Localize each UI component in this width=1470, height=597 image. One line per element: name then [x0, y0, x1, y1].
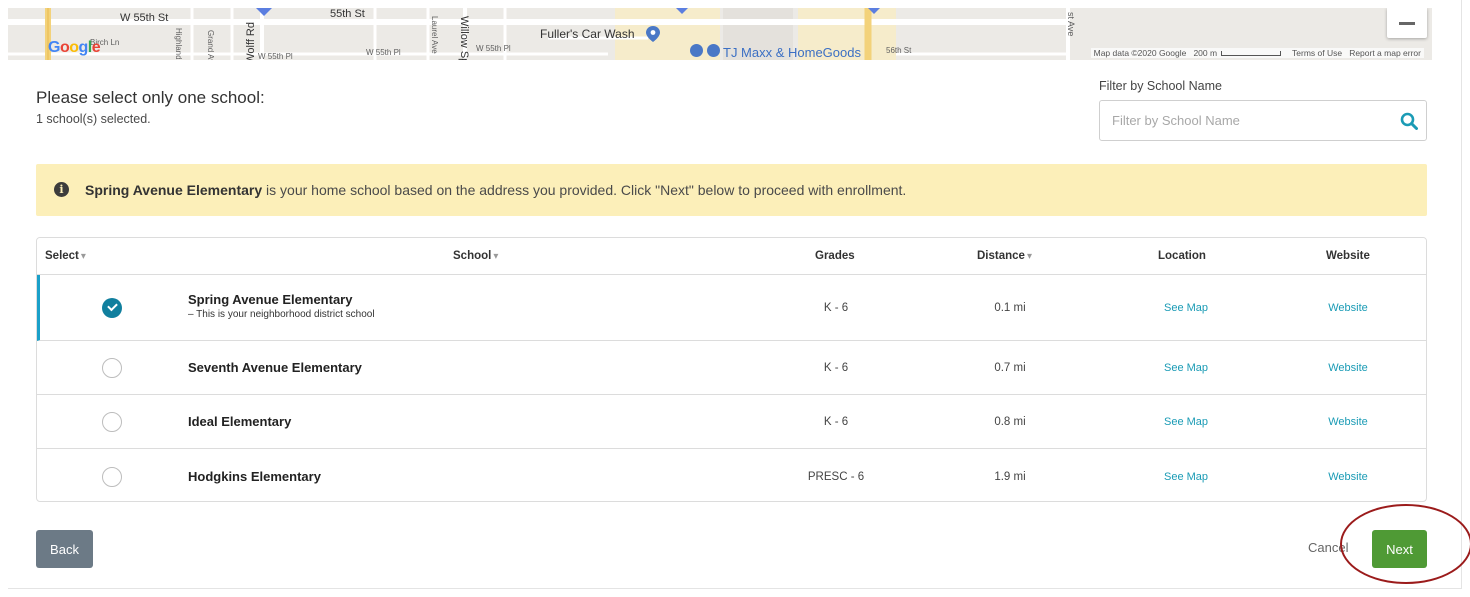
filter-label: Filter by School Name [1099, 79, 1222, 93]
street-label: Grand Ave [206, 30, 215, 60]
grades-cell: K - 6 [823, 416, 849, 428]
page-frame: W 55th St 55th St Birch Ln Highland Dr G… [8, 0, 1470, 589]
street-label: W 55th Pl [476, 44, 511, 53]
page-title: Please select only one school: [36, 88, 265, 107]
report-map-error-link[interactable]: Report a map error [1349, 48, 1421, 58]
map-footer: Map data ©2020 Google 200 m Terms of Use… [1090, 48, 1424, 58]
map-scale-bar [1221, 51, 1282, 57]
select-radio[interactable] [102, 358, 122, 378]
table-row[interactable]: Seventh Avenue Elementary K - 6 0.7 mi S… [37, 341, 1426, 395]
alert-school-name: Spring Avenue Elementary [85, 182, 263, 198]
website-link[interactable]: Website [1313, 471, 1383, 483]
shopping-bag-icon[interactable] [707, 44, 720, 57]
place-label[interactable]: Fuller's Car Wash [540, 27, 635, 41]
alert-text: is your home school based on the address… [262, 182, 907, 198]
map-data-credit: Map data ©2020 Google [1093, 48, 1187, 58]
school-table: Select School Grades Distance Location W… [36, 237, 1427, 502]
column-header-select[interactable]: Select [45, 250, 86, 262]
zoom-out-button[interactable] [1387, 8, 1427, 38]
alert-message: Spring Avenue Elementary is your home sc… [85, 182, 906, 198]
school-name: Ideal Elementary [188, 414, 292, 429]
street-label: W 55th Pl [258, 52, 293, 60]
distance-cell: 1.9 mi [994, 471, 1026, 483]
map-view[interactable]: W 55th St 55th St Birch Ln Highland Dr G… [8, 8, 1432, 60]
street-label: Highland Dr [174, 28, 183, 60]
column-header-website: Website [1326, 250, 1370, 262]
grades-cell: K - 6 [823, 302, 849, 314]
cancel-button[interactable]: Cancel [1308, 540, 1348, 555]
column-header-distance[interactable]: Distance [977, 250, 1032, 262]
back-button[interactable]: Back [36, 530, 93, 568]
street-label: Laurel Ave [430, 16, 439, 54]
select-radio[interactable] [102, 412, 122, 432]
street-label: Willow Sp [458, 16, 470, 60]
info-icon: i [54, 182, 69, 197]
selected-count: 1 school(s) selected. [36, 112, 151, 126]
school-name: Hodgkins Elementary [188, 469, 321, 484]
home-school-alert: i Spring Avenue Elementary is your home … [36, 164, 1427, 216]
see-map-link[interactable]: See Map [1151, 302, 1221, 314]
table-row[interactable]: Spring Avenue Elementary – This is your … [37, 275, 1426, 341]
filter-school-input[interactable] [1100, 101, 1390, 140]
select-radio[interactable] [102, 298, 122, 318]
street-label: 55th St [330, 8, 365, 20]
street-label: W 55th St [120, 12, 169, 24]
school-note: – This is your neighborhood district sch… [188, 309, 375, 320]
terms-link[interactable]: Terms of Use [1292, 48, 1342, 58]
website-link[interactable]: Website [1313, 416, 1383, 428]
school-name: Spring Avenue Elementary [188, 292, 353, 307]
search-icon[interactable] [1400, 112, 1418, 130]
grades-cell: K - 6 [823, 362, 849, 374]
website-link[interactable]: Website [1313, 302, 1383, 314]
table-header: Select School Grades Distance Location W… [37, 238, 1426, 275]
filter-box [1099, 100, 1427, 141]
street-label: Wolff Rd [245, 22, 257, 60]
column-header-school[interactable]: School [453, 250, 498, 262]
grades-cell: PRESC - 6 [807, 471, 865, 483]
column-header-grades: Grades [815, 250, 855, 262]
map-scale-label: 200 m [1193, 48, 1218, 58]
street-label: st Ave [1066, 12, 1076, 37]
school-name: Seventh Avenue Elementary [188, 360, 362, 375]
google-logo: Google [48, 39, 101, 56]
see-map-link[interactable]: See Map [1151, 362, 1221, 374]
map-pin-icon[interactable] [646, 26, 660, 42]
distance-cell: 0.1 mi [994, 302, 1026, 314]
street-label: 56th St [886, 46, 912, 55]
next-button[interactable]: Next [1372, 530, 1427, 568]
street-label: W 55th Pl [366, 48, 401, 57]
distance-cell: 0.8 mi [994, 416, 1026, 428]
place-label[interactable]: TJ Maxx & HomeGoods [723, 45, 861, 60]
see-map-link[interactable]: See Map [1151, 471, 1221, 483]
shopping-bag-icon[interactable] [690, 44, 703, 57]
table-row[interactable]: Ideal Elementary K - 6 0.8 mi See Map We… [37, 395, 1426, 449]
distance-cell: 0.7 mi [994, 362, 1026, 374]
website-link[interactable]: Website [1313, 362, 1383, 374]
see-map-link[interactable]: See Map [1151, 416, 1221, 428]
column-header-location: Location [1158, 250, 1206, 262]
select-radio[interactable] [102, 467, 122, 487]
table-row[interactable]: Hodgkins Elementary PRESC - 6 1.9 mi See… [37, 449, 1426, 501]
